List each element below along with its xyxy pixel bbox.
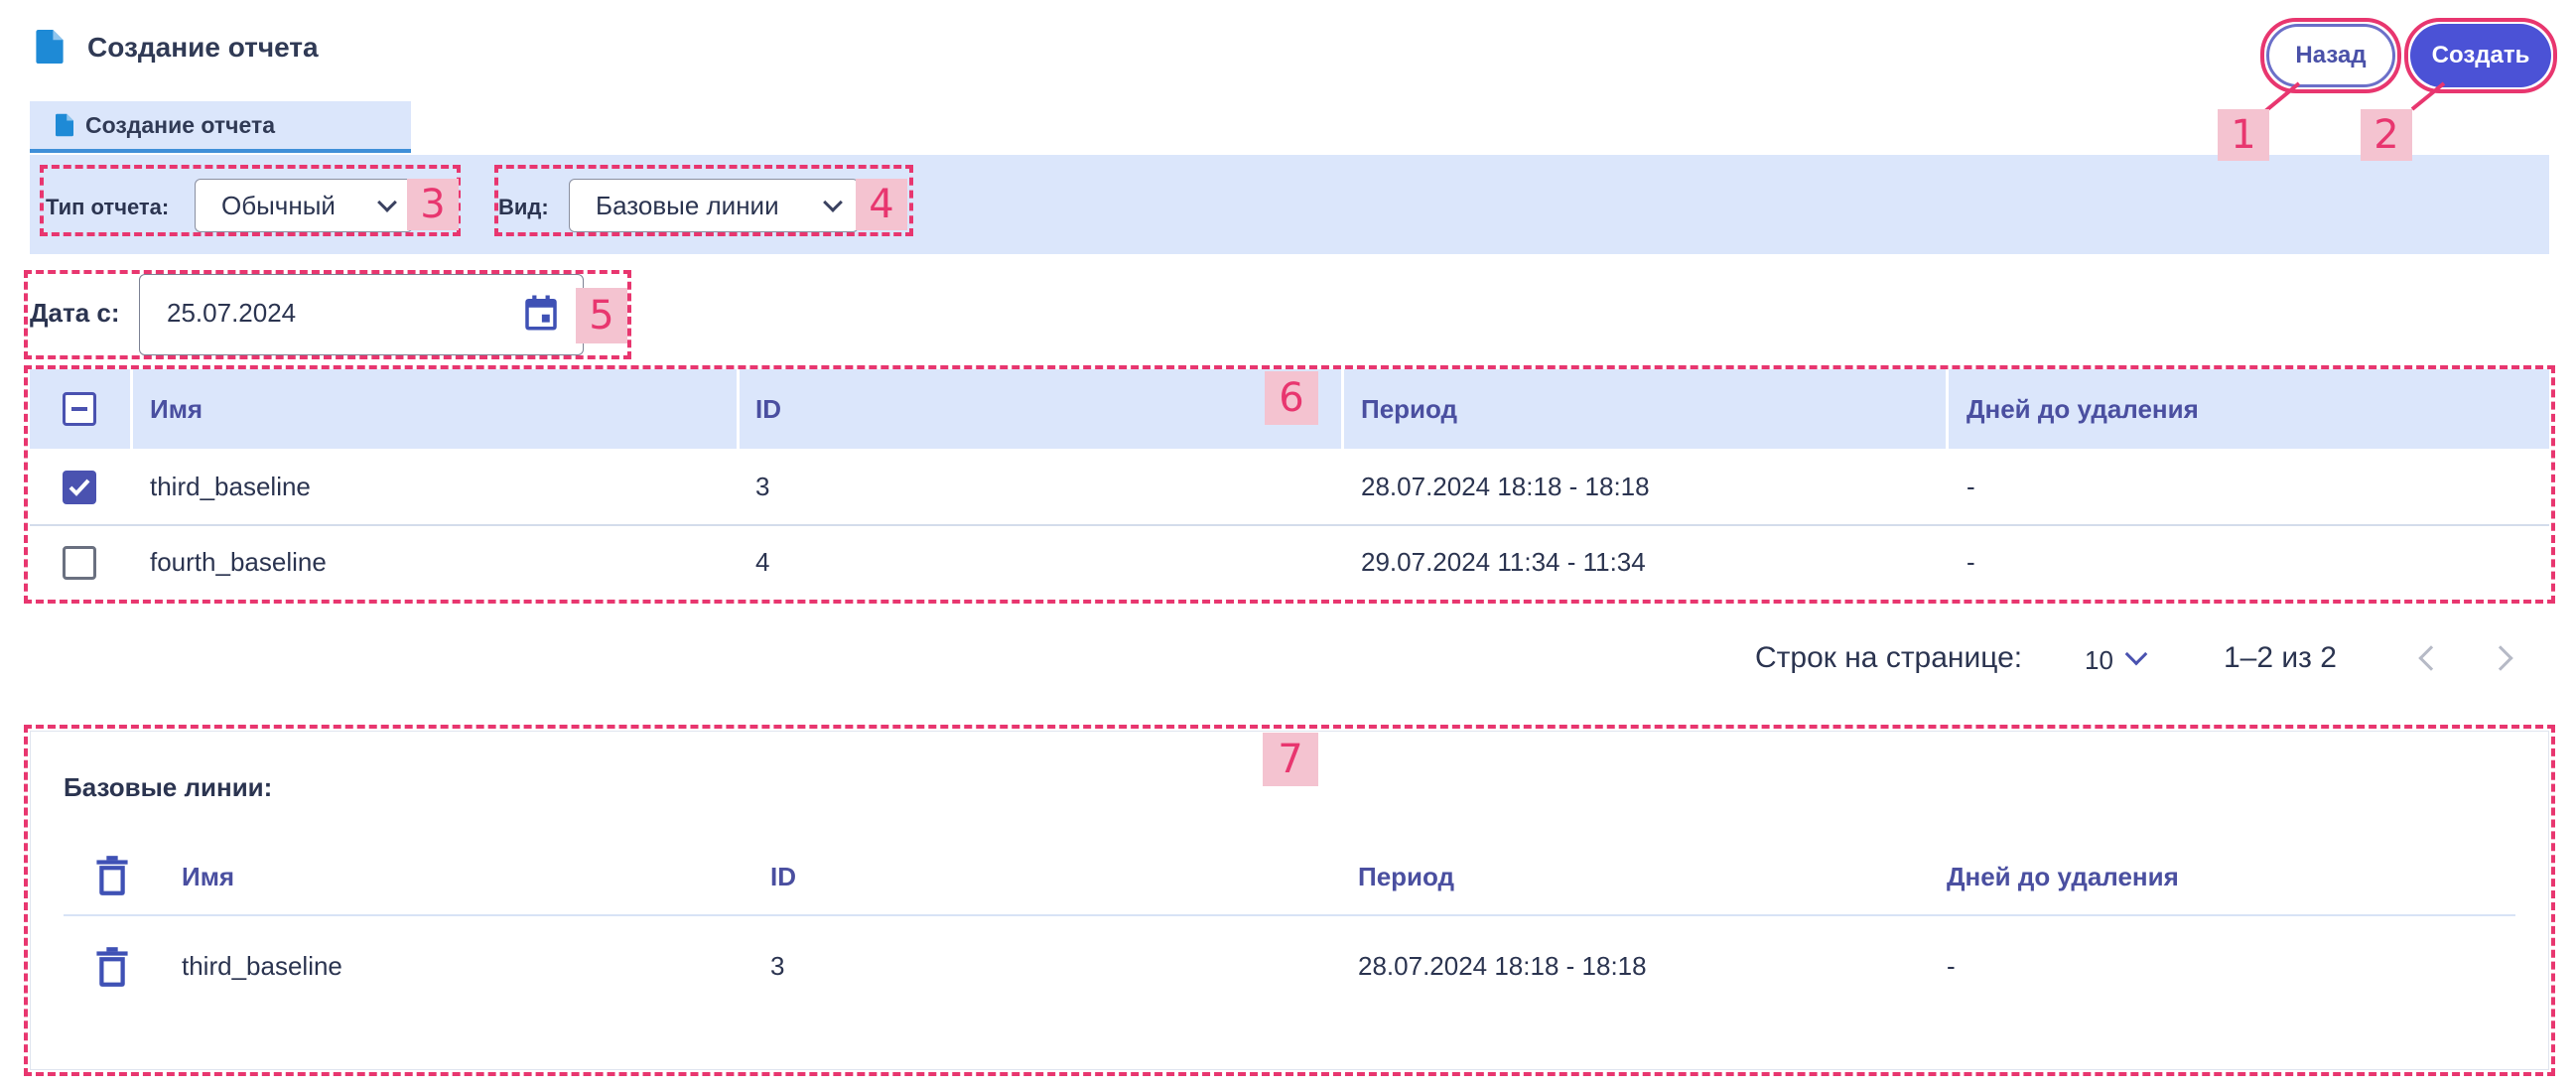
annotation-label-5: 5 (576, 288, 627, 343)
annotation-label-2: 2 (2361, 109, 2412, 161)
chevron-right-icon[interactable] (2488, 645, 2513, 671)
annotation-box-3 (40, 165, 461, 236)
page-range: 1–2 из 2 (2224, 641, 2337, 674)
annotation-highlight-create (2404, 18, 2557, 93)
annotation-label-4: 4 (856, 179, 907, 230)
document-icon (56, 113, 73, 137)
annotation-highlight-back (2260, 18, 2401, 93)
annotation-label-6: 6 (1265, 371, 1318, 425)
rows-per-page-select[interactable]: 10 (2085, 645, 2113, 676)
annotation-label-3: 3 (407, 179, 459, 230)
document-icon (36, 30, 64, 64)
page-title: Создание отчета (87, 32, 319, 63)
annotation-label-1: 1 (2218, 109, 2269, 161)
annotation-label-7: 7 (1263, 733, 1318, 786)
chevron-down-icon[interactable] (2124, 642, 2148, 666)
chevron-left-icon[interactable] (2418, 645, 2444, 671)
tab-label: Создание отчета (85, 111, 276, 138)
annotation-box-4 (494, 165, 913, 236)
tab-create-report[interactable]: Создание отчета (30, 101, 411, 153)
annotation-box-5 (24, 270, 631, 359)
rows-per-page-label: Строк на странице: (1755, 641, 2023, 674)
